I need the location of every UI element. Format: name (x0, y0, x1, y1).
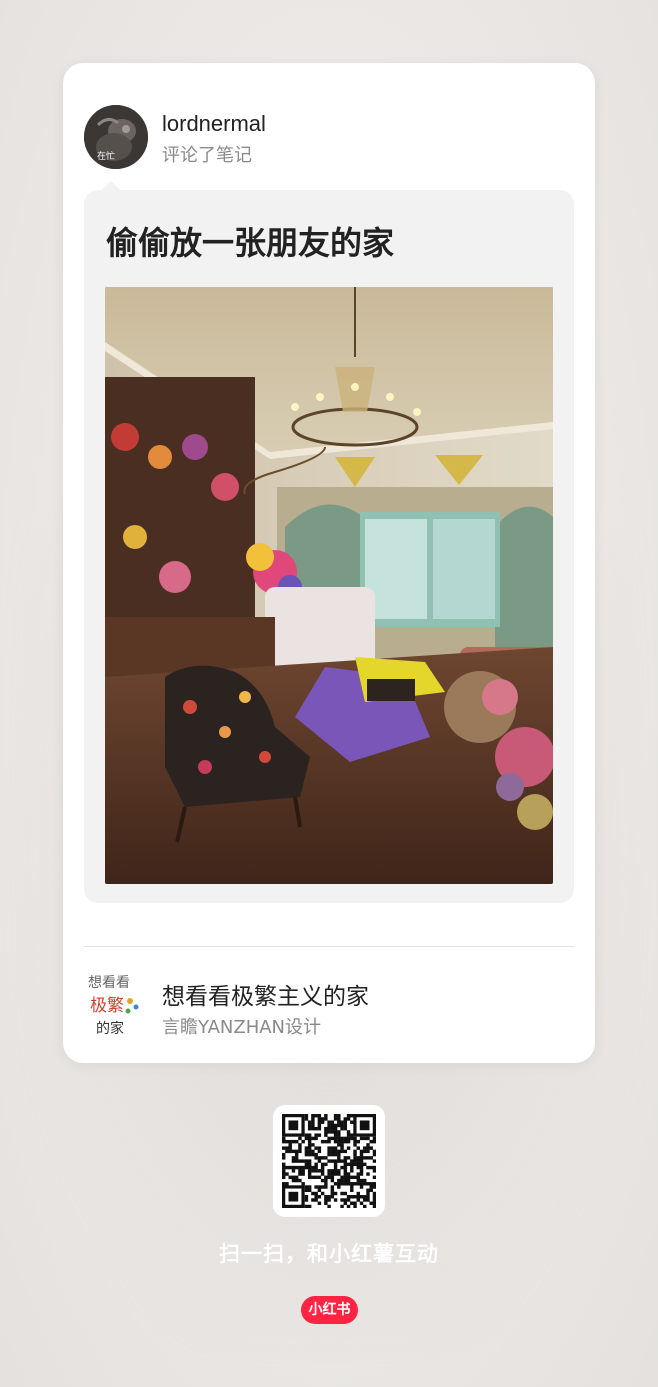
thumb-line-1: 想看看 (88, 975, 130, 991)
xiaohongshu-logo[interactable]: 小红书 (301, 1296, 358, 1324)
share-card: 在忙 lordnermal 评论了笔记 偷偷放一张朋友的家 想看看 极繁 的家 … (63, 63, 595, 1063)
note-thumbnail-art: 想看看 极繁 的家 (84, 969, 148, 1041)
comment-bubble: 偷偷放一张朋友的家 (84, 181, 574, 903)
comment-photo[interactable] (105, 287, 553, 884)
note-title[interactable]: 想看看极繁主义的家 (162, 977, 369, 1011)
bubble-pointer (102, 181, 120, 190)
note-thumbnail[interactable]: 想看看 极繁 的家 (84, 969, 148, 1041)
divider (84, 946, 574, 947)
avatar[interactable]: 在忙 (84, 105, 148, 169)
comment-text: 偷偷放一张朋友的家 (106, 224, 395, 262)
note-link[interactable]: 想看看 极繁 的家 想看看极繁主义的家 言瞻YANZHAN设计 (84, 969, 574, 1043)
comment-action-label: 评论了笔记 (162, 145, 252, 166)
thumb-line-3: 的家 (96, 1020, 124, 1037)
living-room-photo (105, 287, 553, 884)
qr-code-icon (282, 1114, 376, 1208)
username[interactable]: lordnermal (162, 111, 266, 137)
scan-prompt: 扫一扫，和小红薯互动 (219, 1242, 439, 1266)
thumb-line-2: 极繁 (90, 996, 124, 1016)
avatar-image (84, 105, 148, 169)
avatar-tag: 在忙 (97, 152, 116, 162)
note-author[interactable]: 言瞻YANZHAN设计 (162, 1013, 321, 1039)
qr-code[interactable] (273, 1105, 385, 1217)
